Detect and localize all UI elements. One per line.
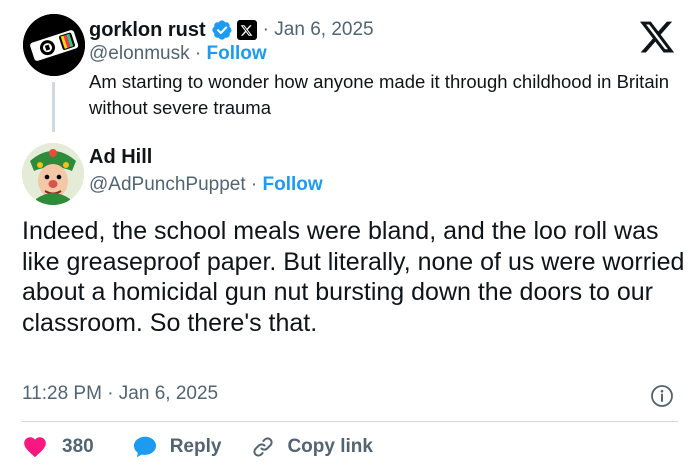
thread-line: [52, 82, 55, 132]
reply-handle[interactable]: @AdPunchPuppet: [89, 174, 246, 195]
like-count: 380: [62, 436, 94, 457]
reply-icon: [133, 436, 156, 458]
avatar-image: [23, 14, 85, 76]
reply-tweet-text: Indeed, the school meals were bland, and…: [22, 217, 685, 337]
verified-badge-icon: [212, 20, 232, 40]
tweet-embed-card: gorklon rust · Jan 6, 2025 @elonmusk · F…: [0, 0, 700, 474]
avatar-image: [22, 143, 84, 205]
parent-handle[interactable]: @elonmusk: [89, 43, 190, 64]
like-button[interactable]: 380: [22, 434, 94, 460]
reply-display-name[interactable]: Ad Hill: [89, 146, 152, 169]
x-affiliate-badge-icon: [236, 20, 257, 40]
divider: [22, 421, 678, 422]
follow-button[interactable]: Follow: [263, 174, 323, 195]
follow-button[interactable]: Follow: [207, 43, 267, 64]
info-icon[interactable]: [650, 384, 674, 408]
x-logo-icon[interactable]: [637, 18, 677, 56]
parent-handle-row: @elonmusk · Follow: [89, 43, 267, 65]
separator-dot: ·: [245, 174, 263, 195]
link-icon: [253, 437, 274, 457]
copy-link-label: Copy link: [287, 436, 373, 457]
reply-label: Reply: [169, 436, 222, 457]
action-bar: 380 Reply Copy link: [22, 432, 373, 462]
separator-dot: ·: [189, 43, 207, 64]
parent-avatar[interactable]: [23, 14, 85, 76]
reply-timestamp[interactable]: 11:28 PM · Jan 6, 2025: [22, 383, 218, 405]
parent-display-name[interactable]: gorklon rust: [89, 19, 206, 42]
heart-icon: [24, 437, 46, 458]
copy-link-button[interactable]: Copy link: [251, 435, 373, 459]
parent-date[interactable]: · Jan 6, 2025: [263, 19, 374, 41]
parent-tweet-text: Am starting to wonder how anyone made it…: [89, 71, 670, 118]
reply-handle-row: @AdPunchPuppet · Follow: [89, 174, 323, 196]
parent-header: gorklon rust · Jan 6, 2025: [89, 16, 374, 44]
reply-avatar[interactable]: [22, 143, 84, 205]
reply-button[interactable]: Reply: [132, 434, 222, 460]
